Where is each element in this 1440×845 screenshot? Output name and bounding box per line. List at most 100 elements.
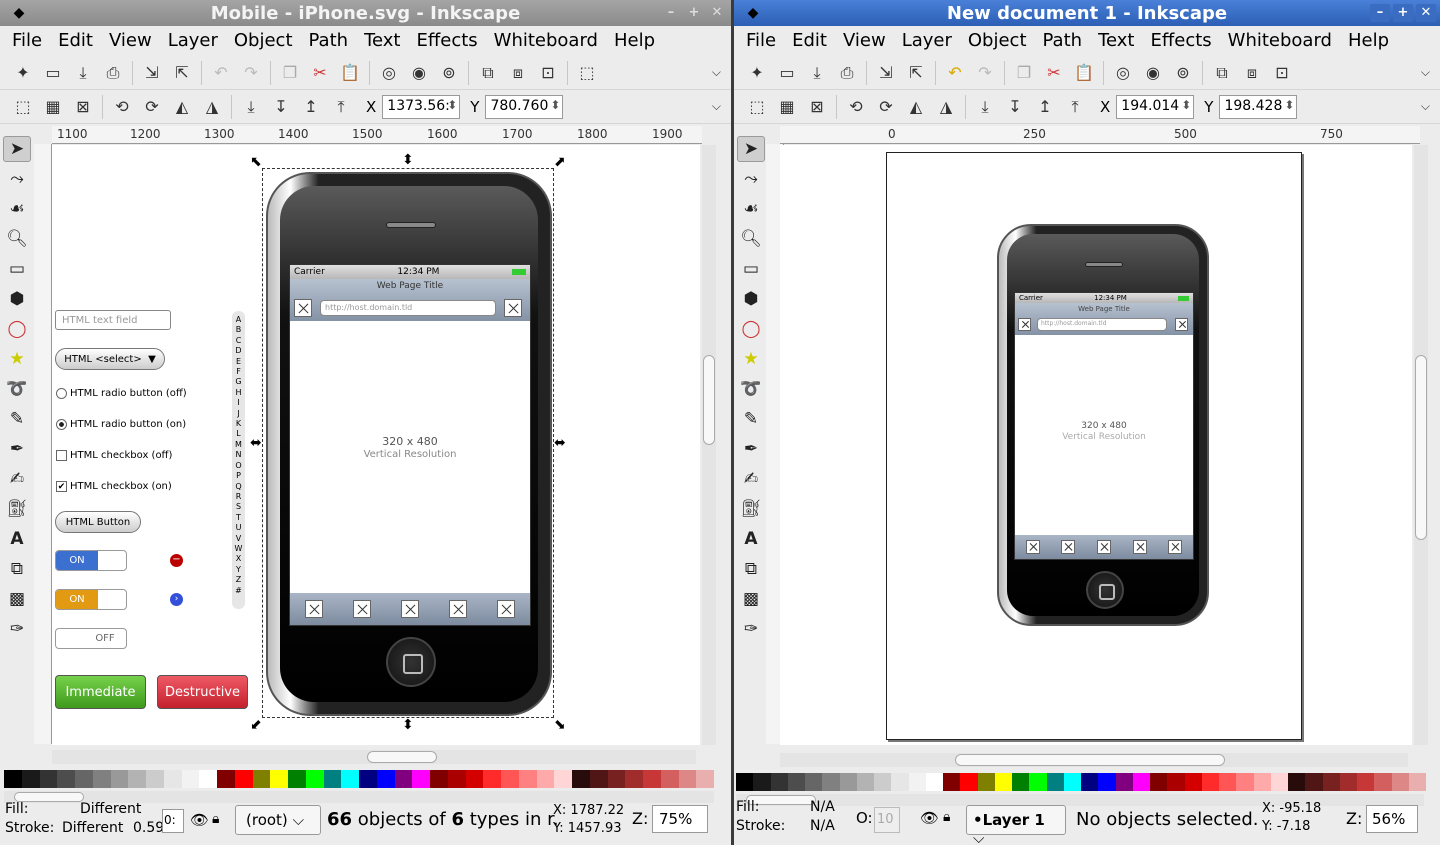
print-icon[interactable]: ⎙ [98, 59, 128, 87]
rotate-cw-icon[interactable]: ⟳ [871, 93, 901, 121]
tweak-tool-icon[interactable]: ☙ [737, 196, 765, 222]
palette-swatch[interactable] [874, 773, 892, 791]
palette-swatch[interactable] [288, 770, 306, 788]
palette-swatch[interactable] [1081, 773, 1099, 791]
menu-view[interactable]: View [103, 30, 158, 51]
select-all-icon[interactable]: ⬚ [8, 93, 38, 121]
color-palette[interactable] [736, 773, 1426, 791]
duplicate-icon[interactable]: ⧉ [473, 59, 503, 87]
3d-box-tool-icon[interactable]: ⬢ [3, 286, 31, 312]
palette-swatch[interactable] [501, 770, 519, 788]
undo-icon[interactable]: ↶ [206, 59, 236, 87]
fill-value[interactable]: Different [80, 801, 141, 817]
spiral-tool-icon[interactable]: ➰ [3, 376, 31, 402]
palette-swatch[interactable] [805, 773, 823, 791]
palette-swatch[interactable] [643, 770, 661, 788]
lower-to-bottom-icon[interactable]: ⤓ [236, 93, 266, 121]
gradient-tool-icon[interactable]: ▩ [3, 586, 31, 612]
unlink-clone-icon[interactable]: ⊡ [1267, 59, 1297, 87]
title-bar[interactable]: ◆ Mobile - iPhone.svg - Inkscape – + ✕ [0, 0, 731, 26]
palette-swatch[interactable] [359, 770, 377, 788]
menu-layer[interactable]: Layer [162, 30, 224, 51]
layer-dropdown[interactable]: (root) ⌵ [235, 805, 321, 835]
color-palette[interactable] [4, 770, 714, 788]
vertical-scrollbar[interactable] [702, 145, 716, 745]
copy-icon[interactable]: ❐ [275, 59, 305, 87]
flip-horizontal-icon[interactable]: ◭ [901, 93, 931, 121]
export-icon[interactable]: ⇱ [901, 59, 931, 87]
rotate-ccw-icon[interactable]: ⟲ [841, 93, 871, 121]
save-icon[interactable]: ⤓ [68, 59, 98, 87]
palette-swatch[interactable] [217, 770, 235, 788]
paint-bucket-tool-icon[interactable]: ⛽︎ [737, 496, 765, 522]
palette-swatch[interactable] [181, 770, 200, 788]
lower-icon[interactable]: ↧ [266, 93, 296, 121]
menu-effects[interactable]: Effects [410, 30, 483, 51]
lock-icon[interactable]: 🔒︎ [212, 811, 219, 827]
scale-handle-n[interactable]: ⬍ [402, 153, 414, 167]
select-all-icon[interactable]: ⬚ [742, 93, 772, 121]
minimize-button[interactable]: – [1370, 4, 1390, 22]
select-all-layers-icon[interactable]: ▦ [38, 93, 68, 121]
palette-swatch[interactable] [1184, 773, 1202, 791]
close-button[interactable]: ✕ [707, 4, 727, 22]
palette-swatch[interactable] [1270, 773, 1288, 791]
palette-swatch[interactable] [430, 770, 448, 788]
x-coordinate-field[interactable]: 1373.56: [382, 94, 461, 119]
rectangle-tool-icon[interactable]: ▭ [3, 256, 31, 282]
palette-swatch[interactable] [554, 770, 572, 788]
calligraphy-tool-icon[interactable]: ✍ [3, 466, 31, 492]
redo-icon[interactable]: ↷ [236, 59, 266, 87]
ellipse-tool-icon[interactable]: ◯ [737, 316, 765, 342]
palette-swatch[interactable] [1132, 773, 1150, 791]
palette-swatch[interactable] [1219, 773, 1237, 791]
copy-icon[interactable]: ❐ [1009, 59, 1039, 87]
menu-text[interactable]: Text [358, 30, 406, 51]
paint-bucket-tool-icon[interactable]: ⛽︎ [3, 496, 31, 522]
export-icon[interactable]: ⇱ [167, 59, 197, 87]
palette-swatch[interactable] [822, 773, 840, 791]
drawing-canvas[interactable]: Carrier 12:34 PM Web Page Title http://h… [780, 145, 1412, 745]
deselect-icon[interactable]: ⊠ [68, 93, 98, 121]
text-tool-icon[interactable]: A [737, 526, 765, 552]
palette-swatch[interactable] [323, 770, 342, 788]
drawing-canvas[interactable]: HTML text field HTML <select> ▼ HTML rad… [52, 145, 700, 745]
zoom-field[interactable]: 56% [1366, 805, 1418, 833]
palette-swatch[interactable] [1253, 773, 1271, 791]
pencil-tool-icon[interactable]: ✎ [3, 406, 31, 432]
clone-icon[interactable]: ⧈ [503, 59, 533, 87]
palette-swatch[interactable] [607, 770, 626, 788]
palette-swatch[interactable] [908, 773, 926, 791]
palette-swatch[interactable] [483, 770, 501, 788]
horizontal-scrollbar[interactable] [52, 750, 696, 764]
palette-swatch[interactable] [977, 773, 995, 791]
spiral-tool-icon[interactable]: ➰ [737, 376, 765, 402]
palette-swatch[interactable] [92, 770, 111, 788]
node-tool-icon[interactable]: ⤳ [3, 166, 31, 192]
scroll-thumb[interactable] [1415, 355, 1427, 540]
palette-swatch[interactable] [1236, 773, 1254, 791]
palette-swatch[interactable] [1098, 773, 1116, 791]
undo-icon[interactable]: ↶ [940, 59, 970, 87]
menu-whiteboard[interactable]: Whiteboard [1222, 30, 1338, 51]
redo-icon[interactable]: ↷ [970, 59, 1000, 87]
eye-icon[interactable]: 👁︎ [920, 809, 939, 827]
palette-swatch[interactable] [57, 770, 75, 788]
pen-tool-icon[interactable]: ✒ [737, 436, 765, 462]
new-document-icon[interactable]: ✦ [742, 59, 772, 87]
star-tool-icon[interactable]: ★ [737, 346, 765, 372]
unlink-clone-icon[interactable]: ⊡ [533, 59, 563, 87]
menu-edit[interactable]: Edit [786, 30, 833, 51]
scale-handle-w[interactable]: ⬌ [250, 436, 262, 450]
palette-swatch[interactable] [625, 770, 643, 788]
palette-swatch[interactable] [21, 770, 40, 788]
palette-swatch[interactable] [341, 770, 359, 788]
palette-swatch[interactable] [839, 773, 857, 791]
scale-handle-sw[interactable]: ⬋ [250, 718, 262, 732]
node-tool-icon[interactable]: ⤳ [737, 166, 765, 192]
palette-swatch[interactable] [270, 770, 288, 788]
menu-layer[interactable]: Layer [896, 30, 958, 51]
clone-icon[interactable]: ⧈ [1237, 59, 1267, 87]
palette-swatch[interactable] [1046, 773, 1064, 791]
palette-swatch[interactable] [1012, 773, 1030, 791]
